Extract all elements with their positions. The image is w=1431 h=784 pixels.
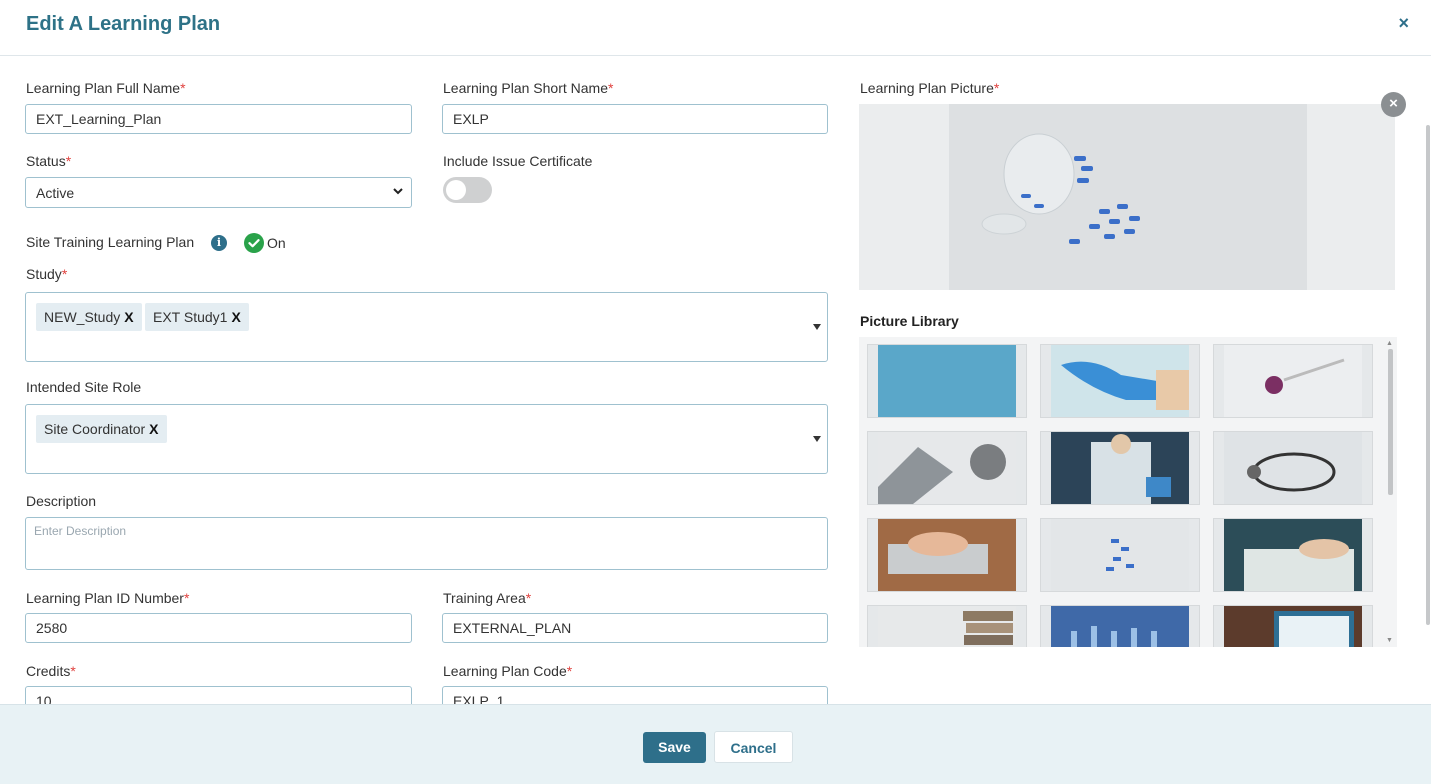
plan-picture-image [949,104,1307,290]
description-label: Description [26,493,97,509]
status-select-value: Active [36,185,75,201]
required-mark: * [180,80,186,96]
site-role-label: Intended Site Role [26,379,142,395]
library-thumbnail[interactable] [867,344,1027,418]
required-mark: * [608,80,614,96]
study-multiselect[interactable]: NEW_Study X EXT Study1 X [25,292,828,362]
picture-label-text: Learning Plan Picture [860,80,994,96]
training-area-label-text: Training Area [443,590,526,606]
chip-label: NEW_Study [44,309,121,325]
short-name-label: Learning Plan Short Name* [443,80,613,96]
code-input[interactable]: EXLP_1 [442,686,828,704]
library-scrollbar-thumb[interactable] [1388,349,1393,495]
toggle-knob [446,180,466,200]
picture-library-title: Picture Library [860,313,959,329]
id-number-label: Learning Plan ID Number* [26,590,189,606]
id-number-label-text: Learning Plan ID Number [26,590,184,606]
close-icon[interactable]: × [1398,13,1409,34]
training-area-label: Training Area* [443,590,531,606]
caret-down-icon[interactable] [813,436,821,442]
page-scrollbar[interactable] [1426,125,1430,625]
site-training-state: On [267,235,286,251]
code-label: Learning Plan Code* [443,663,572,679]
study-label-text: Study [26,266,62,282]
plan-picture [859,104,1395,290]
study-chip: EXT Study1 X [145,303,249,331]
required-mark: * [525,590,532,606]
full-name-label-text: Learning Plan Full Name [26,80,181,96]
save-button[interactable]: Save [643,732,706,763]
site-role-chip: Site Coordinator X [36,415,167,443]
library-thumbnail[interactable] [867,431,1027,505]
certificate-toggle[interactable] [443,177,492,203]
status-label: Status* [26,153,71,169]
library-thumbnail[interactable] [1213,605,1373,647]
required-mark: * [566,663,573,679]
credits-input[interactable]: 10 [25,686,412,704]
required-mark: * [61,266,68,282]
training-area-input[interactable]: EXTERNAL_PLAN [442,613,828,643]
cancel-button[interactable]: Cancel [714,731,793,763]
chip-label: Site Coordinator [44,421,146,437]
library-thumbnail[interactable] [867,605,1027,647]
short-name-input[interactable]: EXLP [442,104,828,134]
picture-library [859,337,1397,647]
credits-label-text: Credits [26,663,71,679]
required-mark: * [993,80,1000,96]
modal-body: Learning Plan Full Name* EXT_Learning_Pl… [0,57,1431,704]
status-label-text: Status [26,153,66,169]
picture-label: Learning Plan Picture* [860,80,999,96]
site-role-multiselect[interactable]: Site Coordinator X [25,404,828,474]
library-thumbnail[interactable] [1213,518,1373,592]
chevron-down-icon [393,188,403,195]
chip-remove-button[interactable]: X [231,309,240,325]
scroll-up-arrow[interactable]: ▲ [1386,340,1393,347]
info-icon[interactable]: i [211,235,227,251]
chip-remove-button[interactable]: X [149,421,158,437]
required-mark: * [65,153,72,169]
modal-header: Edit A Learning Plan × [0,0,1431,56]
chip-remove-button[interactable]: X [124,309,133,325]
description-textarea[interactable]: Enter Description [25,517,828,570]
study-label: Study* [26,266,67,282]
library-thumbnail[interactable] [1040,344,1200,418]
credits-label: Credits* [26,663,76,679]
study-chip: NEW_Study X [36,303,142,331]
library-thumbnail[interactable] [1040,431,1200,505]
modal-title: Edit A Learning Plan [26,13,221,35]
id-number-input[interactable]: 2580 [25,613,412,643]
full-name-input[interactable]: EXT_Learning_Plan [25,104,412,134]
short-name-label-text: Learning Plan Short Name [443,80,608,96]
required-mark: * [70,663,76,679]
library-thumbnail[interactable] [1040,605,1200,647]
remove-picture-button[interactable]: × [1381,92,1406,117]
site-training-label: Site Training Learning Plan [26,234,195,250]
modal-footer: Save Cancel [0,704,1431,784]
status-select[interactable]: Active [25,177,412,208]
scroll-down-arrow[interactable]: ▼ [1386,637,1393,644]
library-thumbnail[interactable] [1040,518,1200,592]
check-circle-icon [244,233,264,253]
chip-label: EXT Study1 [153,309,228,325]
certificate-label: Include Issue Certificate [443,153,593,169]
library-thumbnail[interactable] [867,518,1027,592]
code-label-text: Learning Plan Code [443,663,567,679]
required-mark: * [183,590,190,606]
library-thumbnail[interactable] [1213,344,1373,418]
caret-down-icon[interactable] [813,324,821,330]
library-thumbnail[interactable] [1213,431,1373,505]
full-name-label: Learning Plan Full Name* [26,80,186,96]
